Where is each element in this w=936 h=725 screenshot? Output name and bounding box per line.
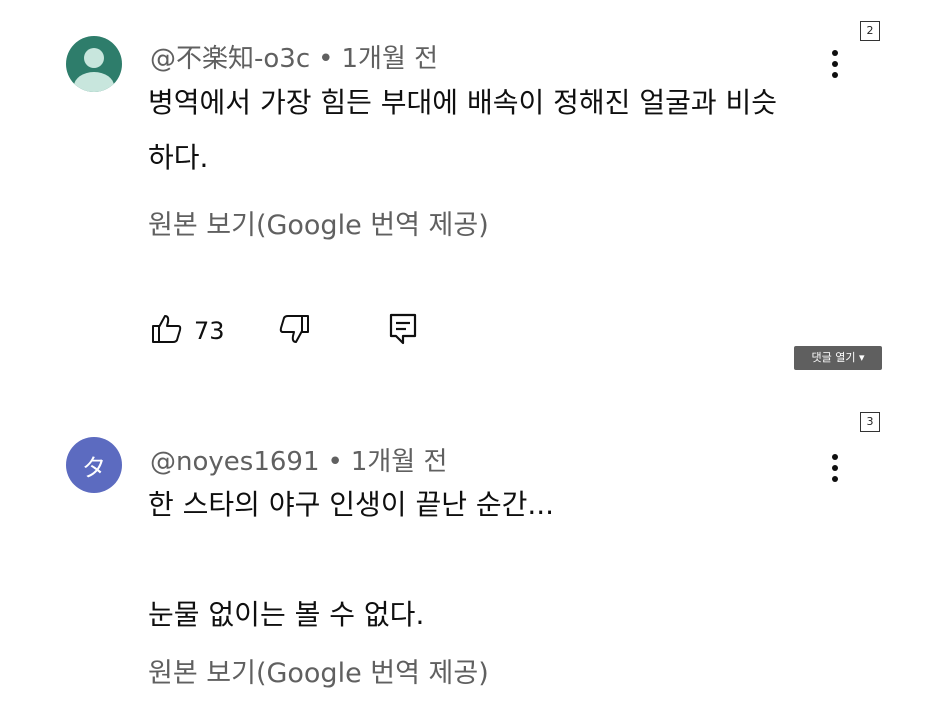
comment-meta: @不楽知-o3c • 1개월 전 [150,38,438,75]
comment-text: 한 스타의 야구 인생이 끝난 순간... 눈물 없이는 볼 수 없다. [148,488,555,631]
comment-time[interactable]: 1개월 전 [351,447,448,477]
thumb-up-icon[interactable] [150,312,184,350]
open-replies-button[interactable]: 댓글 열기 ▾ [794,346,882,370]
author-handle[interactable]: @不楽知-o3c [150,44,310,74]
avatar[interactable]: タ [66,437,122,493]
meta-separator: • [327,447,343,477]
reply-comment-icon[interactable] [387,312,419,350]
author-handle[interactable]: @noyes1691 [150,447,319,477]
thumb-down-icon[interactable] [277,312,311,350]
more-options-icon[interactable] [825,46,845,82]
comment-index-badge: 2 [860,21,880,41]
more-options-icon[interactable] [825,450,845,486]
comment-index-badge: 3 [860,412,880,432]
see-original-link[interactable]: 원본 보기(Google 번역 제공) [148,203,489,242]
comment-time[interactable]: 1개월 전 [341,44,438,74]
comment-text: 병역에서 가장 힘든 부대에 배속이 정해진 얼굴과 비슷 하다. [148,86,778,174]
avatar-letter: タ [82,453,106,482]
see-original-link[interactable]: 원본 보기(Google 번역 제공) [148,651,489,690]
comment-actions: 73 [150,312,419,350]
comment-meta: @noyes1691 • 1개월 전 [150,441,447,478]
like-count: 73 [194,317,225,345]
avatar[interactable] [66,36,122,92]
meta-separator: • [318,44,334,74]
person-icon [74,48,114,92]
